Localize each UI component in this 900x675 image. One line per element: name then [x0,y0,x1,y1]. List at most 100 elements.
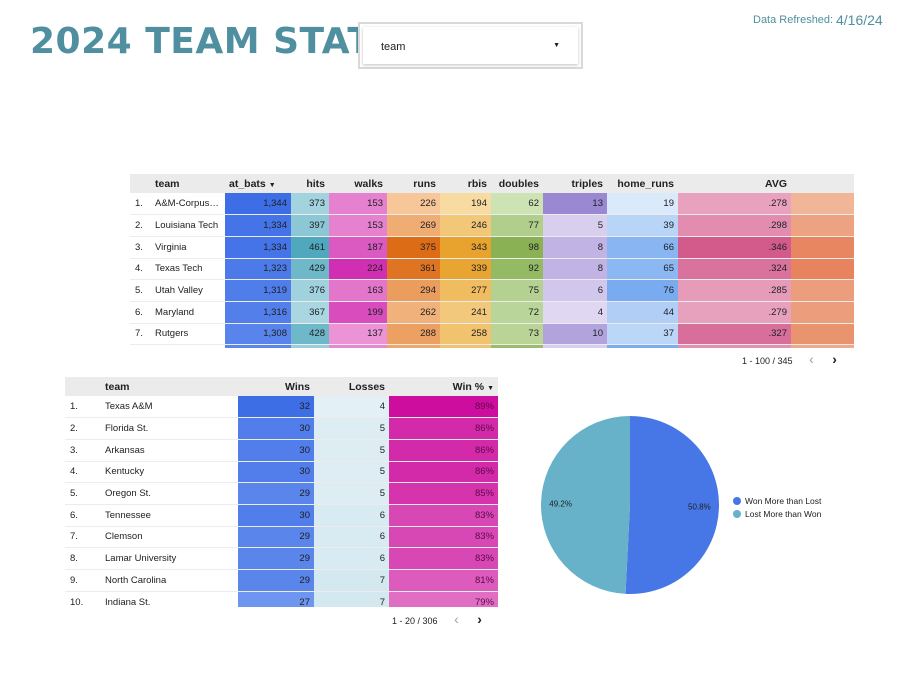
table-row[interactable]: 1. A&M-Corpus … 1,344 373 153 226 194 62 13 19.27… [130,193,854,215]
column-header-obp[interactable]: OBP [791,174,854,193]
stat-cell-obp: .394 [791,301,854,324]
column-header-team[interactable]: team [101,377,238,396]
stat-cell-walks: 153 [329,214,387,237]
team-stats-grid: team at_bats ▼ hits walks runs rbis doubles trip… [130,174,854,348]
team-name-cell: Lamar University [105,553,177,565]
stat-cell-rbis: 343 [440,236,491,259]
wins-pager-text: 1 - 20 / 306 [392,616,438,626]
wins-pager: 1 - 20 / 306 ‹ › [392,611,482,627]
table-row[interactable]: 1. Texas A&M 32 4 89% [65,396,498,418]
table-row[interactable]: 4. Kentucky 30 5 86% [65,461,498,483]
prev-page-icon[interactable]: ‹ [454,611,459,627]
stat-cell-home-runs: 19 [607,193,678,215]
table-row[interactable]: 4. Texas Tech 1,32342922436133992865.324.4… [130,258,854,280]
stat-cell-home-runs: 44 [607,301,678,324]
column-header-rbis[interactable]: rbis [440,174,491,193]
stat-cell-doubles: 72 [491,301,543,324]
stat-cell-hits: 429 [291,258,329,280]
column-header-team[interactable]: team [151,174,225,193]
column-header-avg[interactable]: AVG [678,174,791,193]
stat-cell-runs: 288 [387,323,440,345]
legend-label: Lost More than Won [745,508,822,519]
table-row[interactable]: 7. Clemson 29 6 83% [65,526,498,548]
stat-cell-at-bats: 1,319 [225,279,291,302]
table-row[interactable]: 7. Rutgers 1,308428137288258731037.327.411 [130,323,854,345]
stat-cell-hits: 461 [291,236,329,259]
stat-cell-doubles: 98 [491,236,543,259]
stat-cell-rbis: 258 [440,323,491,345]
stats-pager-text: 1 - 100 / 345 [742,356,793,366]
stat-cell-win-: 83% [389,547,498,570]
legend-item[interactable]: Lost More than Won [733,507,821,520]
stat-cell-rbis: 246 [440,214,491,237]
stat-cell-walks: 163 [329,279,387,302]
team-name-cell: Tennessee [105,509,151,521]
stat-cell-wins: 29 [238,526,314,548]
stat-cell-at-bats: 1,308 [225,323,291,345]
column-header-at-bats[interactable]: at_bats ▼ [225,174,291,193]
stat-cell-at-bats: 1,334 [225,214,291,237]
next-page-icon[interactable]: › [832,351,837,367]
stat-cell-obp: .375 [791,344,854,348]
column-header-hits[interactable]: hits [291,174,329,193]
stat-cell-obp: .387 [791,214,854,237]
row-index: 1. [135,198,143,210]
team-name-cell: Arkansas [105,444,145,456]
stat-cell-win-: 85% [389,482,498,505]
stat-cell-hits: 428 [291,323,329,345]
stat-cell-doubles: 73 [491,323,543,345]
sort-desc-icon[interactable]: ▼ [269,182,276,189]
stat-cell-wins: 30 [238,439,314,462]
stat-cell-at-bats: 1,323 [225,258,291,280]
stat-cell-win-: 89% [389,396,498,418]
row-index: 3. [70,444,78,456]
stat-cell-rbis: 194 [440,193,491,215]
column-header-doubles[interactable]: doubles [491,174,543,193]
stat-cell-avg: .278 [678,193,791,215]
team-filter-dropdown[interactable]: team ▼ [358,22,583,69]
page-title: 2024 TEAM STATS [30,21,399,62]
column-header-losses[interactable]: Losses [314,377,389,396]
stat-cell-runs: 375 [387,236,440,259]
table-row[interactable]: 8. Lamar University 29 6 83% [65,547,498,570]
table-row[interactable]: 8.Texas1,30538414828025990574.294.375 [130,344,854,348]
sort-desc-icon[interactable]: ▼ [487,385,494,392]
stat-cell-losses: 7 [314,569,389,592]
row-index: 8. [70,553,78,565]
column-header-home-runs[interactable]: home_runs [607,174,678,193]
column-header-walks[interactable]: walks [329,174,387,193]
table-row[interactable]: 3. Virginia 1,33446118737534398866.346.432 [130,236,854,259]
table-row[interactable]: 6. Tennessee 30 6 83% [65,504,498,527]
prev-page-icon[interactable]: ‹ [809,351,814,367]
table-row[interactable]: 2. Louisiana Tech 1,334 397 153 269 246 77 5 39.2… [130,214,854,237]
table-row[interactable]: 9. North Carolina 29 7 81% [65,569,498,592]
legend-item[interactable]: Won More than Lost [733,494,821,507]
table-row[interactable]: 6.Maryland1,31636719926224172444.279.394 [130,301,854,324]
next-page-icon[interactable]: › [477,611,482,627]
column-header-win-[interactable]: Win % ▼ [389,377,498,396]
stat-cell-doubles: 92 [491,258,543,280]
table-row[interactable]: 5. Utah Valley 1,31937616329427775676.285.… [130,279,854,302]
stat-cell-walks: 153 [329,193,387,215]
table-row[interactable]: 10. Indiana St. 27 7 79% [65,591,498,607]
column-header-wins[interactable]: Wins [238,377,314,396]
column-header-runs[interactable]: runs [387,174,440,193]
stat-cell-triples: 13 [543,193,607,215]
table-row[interactable]: 5. Oregon St. 29 5 85% [65,482,498,505]
stat-cell-wins: 30 [238,504,314,527]
stat-cell-wins: 32 [238,396,314,418]
table-row[interactable]: 2. Florida St. 30 5 86% [65,417,498,440]
table-row[interactable]: 3. Arkansas 30 5 86% [65,439,498,462]
stat-cell-triples: 4 [543,301,607,324]
stat-cell-losses: 7 [314,591,389,607]
stat-cell-avg: .327 [678,323,791,345]
stat-cell-hits: 384 [291,344,329,348]
stat-cell-at-bats: 1,305 [225,344,291,348]
team-name-cell: A&M-Corpus … [155,198,222,210]
team-name-cell: Oregon St. [105,488,151,500]
column-header-triples[interactable]: triples [543,174,607,193]
stat-cell-win-: 81% [389,569,498,592]
stat-cell-runs: 269 [387,214,440,237]
stat-cell-win-: 83% [389,504,498,527]
stat-cell-doubles: 62 [491,193,543,215]
